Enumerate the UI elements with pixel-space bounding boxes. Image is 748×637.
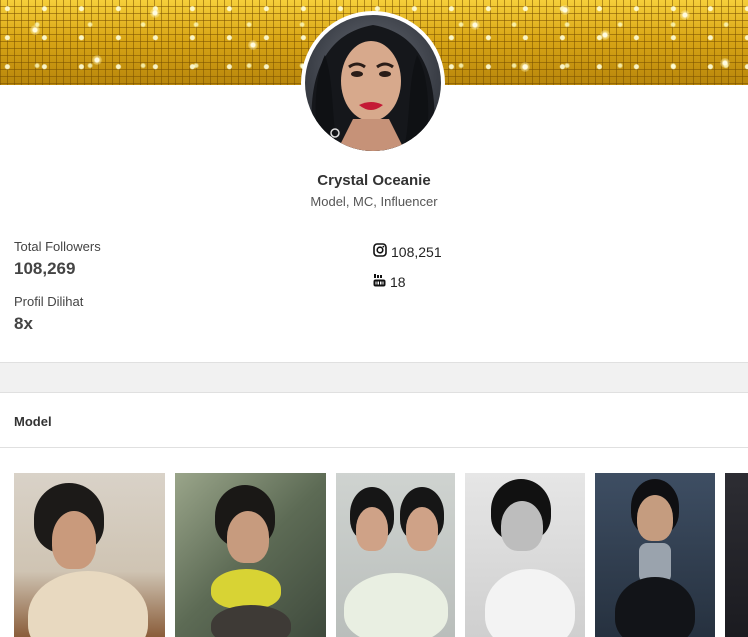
photo-6[interactable] [725,473,748,637]
youtube-icon [373,273,386,290]
photo-2[interactable] [175,473,326,637]
avatar[interactable] [301,11,445,155]
photo-3[interactable] [336,473,455,637]
section-title: Model [14,414,52,429]
section-separator [0,362,748,393]
youtube-stat[interactable]: 18 [373,273,406,290]
photo-5[interactable] [595,473,715,637]
photo-4[interactable] [465,473,585,637]
youtube-count: 18 [390,273,406,290]
followers-value: 108,269 [14,259,76,278]
profile-role: Model, MC, Influencer [310,194,438,209]
views-label: Profil Dilihat [14,294,84,309]
views-value: 8x [14,314,33,333]
profile-name: Crystal Oceanie [317,172,431,189]
photo-1[interactable] [14,473,165,637]
section-divider [0,447,748,448]
followers-label: Total Followers [14,239,101,254]
instagram-count: 108,251 [391,243,442,260]
instagram-stat[interactable]: 108,251 [373,243,442,260]
profile-page: Crystal Oceanie Model, MC, Influencer To… [0,0,748,637]
avatar-photo [305,15,441,151]
instagram-icon [373,243,387,260]
